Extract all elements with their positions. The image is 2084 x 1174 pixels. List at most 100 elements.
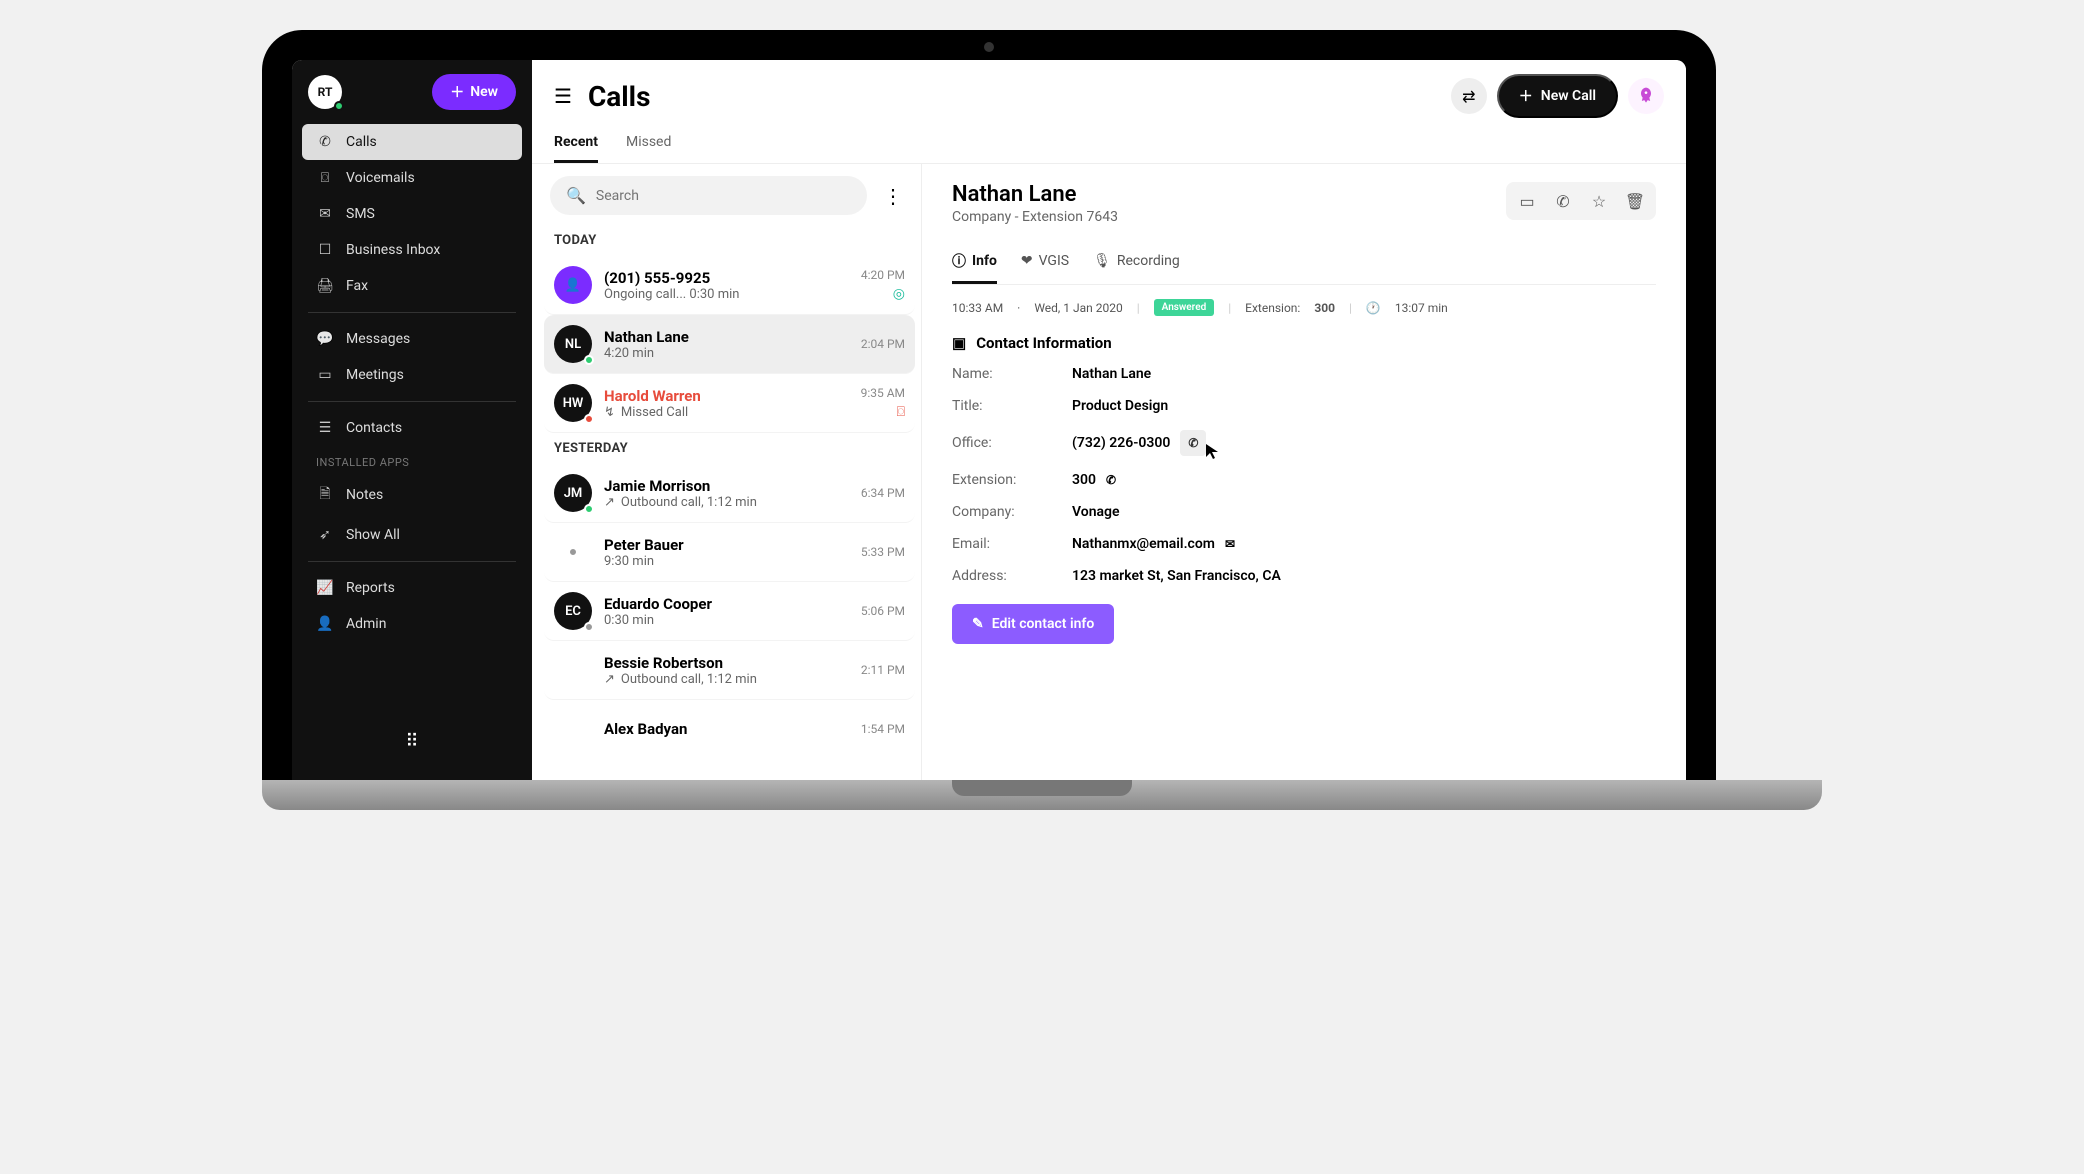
user-avatar[interactable]: RT	[308, 75, 342, 109]
call-sub: 0:30 min	[604, 613, 849, 628]
caller-initials: HW	[563, 396, 584, 411]
call-time: 2:04 PM	[861, 337, 905, 351]
email-address: Nathanmx@email.com	[1072, 536, 1215, 552]
laptop-base	[262, 780, 1822, 810]
new-call-button[interactable]: ＋ New Call	[1497, 74, 1618, 118]
contact-action-tray: ▭ ✆ ☆ 🗑	[1506, 182, 1656, 220]
voicemail-icon: ⌼	[897, 404, 905, 420]
call-row-harold[interactable]: HW Harold Warren ↯ Missed Call 9:35 AM	[544, 374, 915, 433]
dialpad-button[interactable]: ⠿	[391, 717, 432, 766]
tab-recent[interactable]: Recent	[554, 124, 598, 163]
call-time: 6:34 PM	[861, 486, 905, 500]
search-field[interactable]	[596, 188, 851, 204]
outbound-call-icon: ↗	[604, 672, 615, 687]
call-name: Peter Bauer	[604, 536, 849, 554]
hamburger-icon[interactable]: ☰	[554, 84, 572, 108]
sidebar-item-label: Notes	[346, 487, 383, 503]
delete-button[interactable]: 🗑	[1618, 186, 1652, 216]
search-input[interactable]: 🔍	[550, 176, 867, 215]
new-call-label: New Call	[1541, 88, 1596, 104]
favorite-button[interactable]: ☆	[1582, 186, 1616, 216]
sidebar-item-business-inbox[interactable]: ☐ Business Inbox	[302, 232, 522, 268]
sidebar-item-label: Calls	[346, 134, 377, 150]
call-sub: 9:30 min	[604, 554, 849, 569]
meta-time: 10:33 AM	[952, 301, 1003, 315]
new-button[interactable]: ＋ New	[432, 74, 516, 110]
field-office-label: Office:	[952, 435, 1072, 451]
group-today-label: TODAY	[544, 225, 915, 256]
tab-recording[interactable]: 🎙 Recording	[1093, 241, 1180, 284]
tab-missed[interactable]: Missed	[626, 124, 671, 163]
outbound-call-icon: ↗	[604, 495, 615, 510]
edit-contact-button[interactable]: ✎ Edit contact info	[952, 604, 1114, 644]
call-office-button[interactable]: ✆	[1180, 430, 1206, 456]
messages-icon: 💬	[316, 331, 334, 347]
sidebar-item-contacts[interactable]: ☰ Contacts	[302, 410, 522, 446]
call-row-nathan[interactable]: NL Nathan Lane 4:20 min 2:04 PM	[544, 315, 915, 374]
star-icon: ☆	[1592, 192, 1606, 211]
caller-initials: EC	[565, 604, 581, 619]
sidebar-item-label: Reports	[346, 580, 395, 596]
cursor-pointer-icon	[1204, 442, 1222, 460]
presence-dot	[584, 622, 594, 632]
sidebar-item-admin[interactable]: 👤 Admin	[302, 606, 522, 642]
call-row-bessie[interactable]: Bessie Robertson ↗ Outbound call, 1:12 m…	[544, 641, 915, 700]
sidebar-item-notes[interactable]: 🗎 Notes	[302, 473, 522, 517]
rocket-icon	[1636, 86, 1656, 106]
field-address-value: 123 market St, San Francisco, CA	[1072, 568, 1656, 584]
phone-icon: ✆	[1556, 192, 1569, 211]
plus-icon: ＋	[1519, 86, 1533, 106]
tab-info[interactable]: ⓘ Info	[952, 241, 997, 284]
call-row-ongoing[interactable]: 👤 (201) 555-9925 Ongoing call... 0:30 mi…	[544, 256, 915, 315]
call-sub: ↗ Outbound call, 1:12 min	[604, 495, 849, 510]
trackpad-notch	[952, 780, 1132, 796]
tab-vgis[interactable]: ❤ VGIS	[1021, 241, 1069, 284]
meta-ext-value: 300	[1314, 301, 1335, 315]
call-row-alex[interactable]: Alex Badyan 1:54 PM	[544, 700, 915, 758]
transfer-button[interactable]: ⇄	[1451, 78, 1487, 114]
search-icon: 🔍	[566, 186, 586, 205]
field-office-value: (732) 226-0300 ✆	[1072, 430, 1656, 456]
field-email-value: Nathanmx@email.com ✉	[1072, 536, 1656, 552]
sidebar-item-label: Fax	[346, 278, 368, 294]
rocket-launch-button[interactable]	[1628, 78, 1664, 114]
sidebar: RT ＋ New ✆ Calls ⌼ Voicemails ✉ SMS	[292, 60, 532, 780]
reports-icon: 📈	[316, 580, 334, 596]
sidebar-item-label: Voicemails	[346, 170, 415, 186]
contact-card-icon: ▣	[952, 334, 966, 352]
caller-avatar: HW	[554, 384, 592, 422]
call-name: Alex Badyan	[604, 720, 849, 738]
call-time: 1:54 PM	[861, 722, 905, 736]
sidebar-item-sms[interactable]: ✉ SMS	[302, 196, 522, 232]
video-call-button[interactable]: ▭	[1510, 186, 1544, 216]
more-menu-button[interactable]: ⋮	[877, 184, 909, 208]
meta-ext-label: Extension:	[1245, 301, 1300, 315]
send-email-button[interactable]: ✉	[1225, 537, 1235, 551]
call-meta: 10:33 AM · Wed, 1 Jan 2020 | Answered | …	[952, 285, 1656, 334]
sidebar-item-meetings[interactable]: ▭ Meetings	[302, 357, 522, 393]
sidebar-item-show-all[interactable]: ➶ Show All	[302, 517, 522, 553]
sidebar-item-messages[interactable]: 💬 Messages	[302, 321, 522, 357]
call-row-eduardo[interactable]: EC Eduardo Cooper 0:30 min 5:06 PM	[544, 582, 915, 641]
contacts-icon: ☰	[316, 420, 334, 436]
sidebar-item-calls[interactable]: ✆ Calls	[302, 124, 522, 160]
contact-name: Nathan Lane	[952, 182, 1118, 207]
contact-subtitle: Company - Extension 7643	[952, 209, 1118, 225]
call-row-peter[interactable]: Peter Bauer 9:30 min 5:33 PM	[544, 523, 915, 582]
sidebar-item-reports[interactable]: 📈 Reports	[302, 570, 522, 606]
group-yesterday-label: YESTERDAY	[544, 433, 915, 464]
contact-info-grid: Name: Nathan Lane Title: Product Design …	[952, 366, 1656, 584]
call-ext-button[interactable]: ✆	[1106, 473, 1116, 487]
field-title-value: Product Design	[1072, 398, 1656, 414]
call-time: 2:11 PM	[861, 663, 905, 677]
call-sub: ↯ Missed Call	[604, 405, 849, 420]
field-ext-value: 300 ✆	[1072, 472, 1656, 488]
sidebar-item-voicemails[interactable]: ⌼ Voicemails	[302, 160, 522, 196]
call-row-jamie[interactable]: JM Jamie Morrison ↗ Outbound call, 1:12 …	[544, 464, 915, 523]
caller-avatar	[554, 710, 592, 748]
voice-call-button[interactable]: ✆	[1546, 186, 1580, 216]
divider	[308, 312, 516, 313]
sidebar-item-fax[interactable]: 🖨 Fax	[302, 268, 522, 304]
meta-duration: 13:07 min	[1395, 301, 1448, 315]
caller-avatar	[554, 651, 592, 689]
